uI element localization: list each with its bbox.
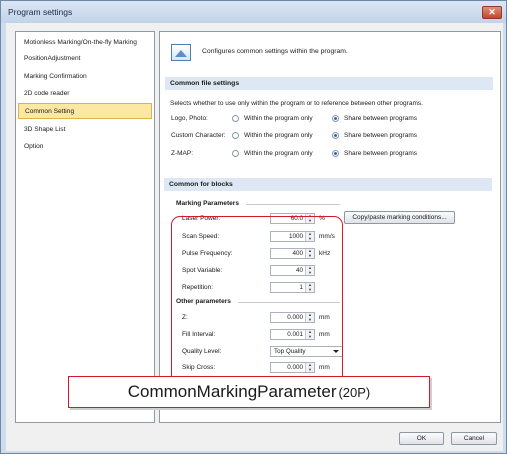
common-file-settings-header: Common file settings xyxy=(165,77,493,90)
repetition-value: 1 xyxy=(299,284,303,291)
fill-interval-input[interactable]: 0.001 ▲ ▼ xyxy=(270,329,315,340)
nav-item-3d-shape-list[interactable]: 3D Shape List xyxy=(18,122,152,138)
fill-interval-label: Fill Interval: xyxy=(182,331,216,338)
settings-nav: Motionless Marking/On-the-fly Marking Po… xyxy=(15,31,155,423)
fill-interval-value: 0.001 xyxy=(287,331,303,338)
z-map-share-radio[interactable] xyxy=(332,150,339,157)
settings-image-icon xyxy=(171,44,191,61)
logo-photo-label: Logo, Photo: xyxy=(171,115,208,122)
z-value: 0.000 xyxy=(287,314,303,321)
callout-title: CommonMarkingParameter xyxy=(127,382,337,401)
ok-button[interactable]: OK xyxy=(399,432,444,445)
spin-arrows-icon[interactable]: ▲ ▼ xyxy=(305,329,314,339)
repetition-label: Repetition: xyxy=(182,284,214,291)
nav-item-option[interactable]: Option xyxy=(18,139,152,155)
nav-item-position-adjustment[interactable]: PositionAdjustment xyxy=(18,51,152,67)
skip-cross-label: Skip Cross: xyxy=(182,364,216,371)
logo-photo-share-label: Share between programs xyxy=(344,115,417,122)
pulse-frequency-label: Pulse Frequency: xyxy=(182,250,233,257)
fill-interval-unit: mm xyxy=(319,331,330,338)
program-settings-window: Program settings ✕ Motionless Marking/On… xyxy=(0,0,507,454)
nav-item-common-setting[interactable]: Common Setting xyxy=(18,103,152,119)
spot-variable-label: Spot Variable: xyxy=(182,267,223,274)
close-icon: ✕ xyxy=(488,7,496,17)
custom-character-share-radio[interactable] xyxy=(332,132,339,139)
chevron-down-icon xyxy=(333,350,339,353)
spin-arrows-icon[interactable]: ▲ ▼ xyxy=(305,312,314,322)
logo-photo-within-radio[interactable] xyxy=(232,115,239,122)
laser-power-unit: % xyxy=(319,215,325,222)
panel-description: Configures common settings within the pr… xyxy=(202,48,348,55)
quality-level-label: Quality Level: xyxy=(182,348,222,355)
skip-cross-unit: mm xyxy=(319,364,330,371)
nav-item-2d-code-reader[interactable]: 2D code reader xyxy=(18,86,152,102)
scan-speed-unit: mm/s xyxy=(319,233,335,240)
quality-level-select[interactable]: Top Quality xyxy=(270,346,343,357)
close-button[interactable]: ✕ xyxy=(482,6,502,19)
z-label: Z: xyxy=(182,314,188,321)
pulse-frequency-value: 400 xyxy=(292,250,303,257)
repetition-input[interactable]: 1 ▲ ▼ xyxy=(270,282,315,293)
other-parameters-divider xyxy=(238,302,340,303)
scan-speed-input[interactable]: 1000 ▲ ▼ xyxy=(270,231,315,242)
laser-power-label: Laser Power: xyxy=(182,215,221,222)
scan-speed-value: 1000 xyxy=(288,233,303,240)
spin-arrows-icon[interactable]: ▲ ▼ xyxy=(305,213,314,223)
copy-paste-marking-conditions-button[interactable]: Copy/paste marking conditions... xyxy=(344,211,455,224)
nav-item-motionless-marking[interactable]: Motionless Marking/On-the-fly Marking xyxy=(18,35,152,51)
skip-cross-value: 0.000 xyxy=(287,364,303,371)
z-map-share-label: Share between programs xyxy=(344,150,417,157)
marking-parameters-divider xyxy=(246,204,340,205)
pulse-frequency-input[interactable]: 400 ▲ ▼ xyxy=(270,248,315,259)
marking-parameters-title: Marking Parameters xyxy=(176,200,240,207)
custom-character-within-label: Within the program only xyxy=(244,132,313,139)
spin-arrows-icon[interactable]: ▲ ▼ xyxy=(305,362,314,372)
z-map-within-radio[interactable] xyxy=(232,150,239,157)
quality-level-value: Top Quality xyxy=(274,348,306,355)
z-map-label: Z-MAP: xyxy=(171,150,194,157)
logo-photo-within-label: Within the program only xyxy=(244,115,313,122)
spin-arrows-icon[interactable]: ▲ ▼ xyxy=(305,282,314,292)
file-settings-description: Selects whether to use only within the p… xyxy=(170,100,423,107)
logo-photo-share-radio[interactable] xyxy=(332,115,339,122)
spin-arrows-icon[interactable]: ▲ ▼ xyxy=(305,231,314,241)
cancel-button[interactable]: Cancel xyxy=(451,432,497,445)
custom-character-share-label: Share between programs xyxy=(344,132,417,139)
laser-power-input[interactable]: 60.0 ▲ ▼ xyxy=(270,213,315,224)
common-marking-parameter-callout: CommonMarkingParameter (20P) xyxy=(68,376,430,408)
skip-cross-input[interactable]: 0.000 ▲ ▼ xyxy=(270,362,315,373)
spot-variable-input[interactable]: 40 ▲ ▼ xyxy=(270,265,315,276)
common-for-blocks-header: Common for blocks xyxy=(164,178,492,191)
nav-item-marking-confirmation[interactable]: Marking Confirmation xyxy=(18,69,152,85)
z-map-within-label: Within the program only xyxy=(244,150,313,157)
title-bar: Program settings ✕ xyxy=(1,1,506,23)
scan-speed-label: Scan Speed: xyxy=(182,233,220,240)
custom-character-within-radio[interactable] xyxy=(232,132,239,139)
laser-power-value: 60.0 xyxy=(290,215,303,222)
dialog-body: Motionless Marking/On-the-fly Marking Po… xyxy=(6,23,503,451)
custom-character-label: Custom Character: xyxy=(171,132,226,139)
z-unit: mm xyxy=(319,314,330,321)
pulse-frequency-unit: kHz xyxy=(319,250,331,257)
callout-page-ref: (20P) xyxy=(338,385,371,400)
spot-variable-value: 40 xyxy=(295,267,303,274)
window-title: Program settings xyxy=(8,7,73,17)
spin-arrows-icon[interactable]: ▲ ▼ xyxy=(305,265,314,275)
spin-arrows-icon[interactable]: ▲ ▼ xyxy=(305,248,314,258)
other-parameters-title: Other parameters xyxy=(176,298,231,305)
z-input[interactable]: 0.000 ▲ ▼ xyxy=(270,312,315,323)
